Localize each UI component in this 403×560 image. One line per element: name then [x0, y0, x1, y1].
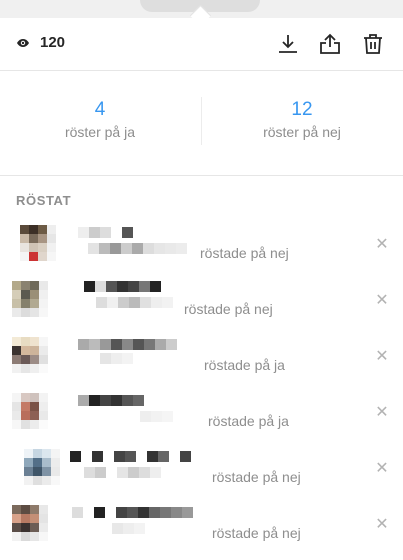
- vote-text: röstade på nej: [212, 525, 301, 541]
- avatar: [12, 337, 48, 373]
- list-item[interactable]: röstade på nej ✕: [0, 447, 403, 503]
- header-bar: 120: [0, 18, 403, 71]
- avatar: [12, 505, 48, 541]
- vote-text: röstade på ja: [204, 357, 285, 373]
- list-item[interactable]: röstade på ja ✕: [0, 391, 403, 447]
- close-icon[interactable]: ✕: [375, 349, 389, 365]
- no-count: 12: [291, 99, 313, 120]
- no-stat[interactable]: 12 röster på nej: [202, 99, 402, 140]
- poll-results-sheet: 120 4 röster på ja 12 röster på nej RÖST…: [0, 18, 403, 560]
- username-redacted: [70, 451, 191, 462]
- avatar: [20, 225, 56, 261]
- avatar: [12, 393, 48, 429]
- vote-text: röstade på ja: [208, 413, 289, 429]
- avatar: [24, 449, 60, 485]
- close-icon[interactable]: ✕: [375, 461, 389, 477]
- list-item[interactable]: röstade på ja ✕: [0, 335, 403, 391]
- fullname-redacted: [88, 243, 187, 254]
- vote-text: röstade på nej: [212, 469, 301, 485]
- close-icon[interactable]: ✕: [375, 517, 389, 533]
- vote-text: röstade på nej: [184, 301, 273, 317]
- fullname-redacted: [96, 297, 173, 308]
- username-redacted: [78, 339, 177, 350]
- share-icon[interactable]: [318, 32, 342, 56]
- no-label: röster på nej: [263, 124, 341, 140]
- fullname-redacted: [140, 411, 173, 422]
- yes-label: röster på ja: [64, 124, 136, 140]
- yes-stat[interactable]: 4 röster på ja: [0, 99, 200, 140]
- username-redacted: [78, 227, 133, 238]
- list-item[interactable]: röstade på nej ✕: [0, 503, 403, 559]
- username-redacted: [78, 395, 144, 406]
- username-redacted: [72, 507, 193, 518]
- vote-stats: 4 röster på ja 12 röster på nej: [0, 71, 403, 176]
- eye-icon: [17, 38, 29, 47]
- close-icon[interactable]: ✕: [375, 293, 389, 309]
- vote-text: röstade på nej: [200, 245, 289, 261]
- username-redacted: [84, 281, 161, 292]
- fullname-redacted: [112, 523, 145, 534]
- view-count-value: 120: [40, 34, 66, 51]
- close-icon[interactable]: ✕: [375, 237, 389, 253]
- trash-icon[interactable]: [361, 32, 385, 56]
- voters-list: röstade på nej ✕ röstade på nej ✕ röstad…: [0, 223, 403, 559]
- list-item[interactable]: röstade på nej ✕: [0, 279, 403, 335]
- close-icon[interactable]: ✕: [375, 405, 389, 421]
- voters-section-title: RÖSTAT: [16, 193, 72, 208]
- list-item[interactable]: röstade på nej ✕: [0, 223, 403, 279]
- download-icon[interactable]: [276, 32, 300, 56]
- yes-count: 4: [94, 99, 106, 120]
- fullname-redacted: [100, 353, 133, 364]
- avatar: [12, 281, 48, 317]
- fullname-redacted: [84, 467, 161, 478]
- view-count: 120: [16, 34, 65, 51]
